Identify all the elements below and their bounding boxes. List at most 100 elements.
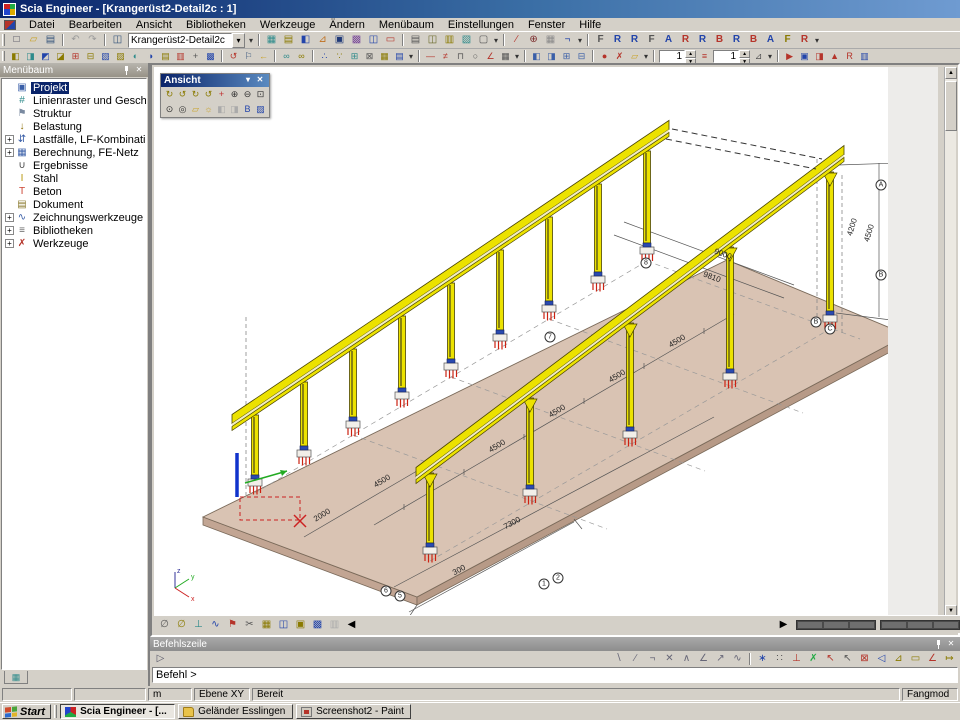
layer-view-icon[interactable]: ▣ — [292, 617, 309, 632]
view-flag-a1-icon[interactable]: A — [660, 33, 677, 48]
combobox-dropdown-icon[interactable]: ▾ — [232, 33, 245, 48]
clip-plane-icon[interactable]: ∅ — [156, 617, 173, 632]
beam-tool-4-icon[interactable]: ▲ — [827, 50, 842, 63]
previous-view-icon[interactable]: ◧ — [215, 103, 228, 116]
snap-intersection-icon[interactable]: ⊠ — [856, 652, 873, 667]
tree-item[interactable]: + I Stahl — [2, 172, 146, 185]
zoom-in-icon[interactable]: ⊕ — [228, 88, 241, 101]
tree-item-label[interactable]: Struktur — [31, 108, 74, 120]
workplane-xy-icon[interactable]: ◧ — [529, 50, 544, 63]
command-panel-header[interactable]: Befehlszeile ✕ — [150, 637, 960, 651]
menu-item[interactable]: Ansicht — [129, 18, 179, 32]
axonometry-icon[interactable]: ⊥ — [190, 617, 207, 632]
snap-raster-icon[interactable]: ∷ — [771, 652, 788, 667]
snap-slope-icon[interactable]: ∠ — [695, 652, 712, 667]
refresh-icon[interactable]: ↺ — [226, 50, 241, 63]
select-dimensions-icon[interactable]: ▨ — [113, 50, 128, 63]
beam-tool-2-icon[interactable]: ▣ — [797, 50, 812, 63]
circle-icon[interactable]: ○ — [468, 50, 483, 63]
pin-icon[interactable] — [935, 640, 942, 649]
snap-length-icon[interactable]: ↦ — [941, 652, 958, 667]
line-icon[interactable]: — — [423, 50, 438, 63]
clip-box-icon[interactable]: ∅ — [173, 617, 190, 632]
scale-input[interactable] — [713, 50, 739, 63]
plane-icon[interactable]: ▤ — [392, 50, 407, 63]
snap-perpendicular-icon[interactable]: ⊥ — [788, 652, 805, 667]
window-view-icon[interactable]: ◫ — [275, 617, 292, 632]
mesh-view-icon[interactable]: ▦ — [258, 617, 275, 632]
close-icon[interactable]: ✕ — [254, 75, 266, 86]
select-nodes-icon[interactable]: ◩ — [38, 50, 53, 63]
status-unit-cell[interactable]: m — [148, 688, 192, 701]
tree-item[interactable]: + ▤ Dokument — [2, 198, 146, 211]
tree-item-label[interactable]: Berechnung, FE-Netz — [31, 147, 141, 159]
start-button[interactable]: Start — [2, 704, 51, 719]
menu-item[interactable]: Einstellungen — [441, 18, 521, 32]
dropdown-caret-icon[interactable]: ▾ — [576, 36, 584, 45]
select-all-icon[interactable]: ◧ — [8, 50, 23, 63]
raster-icon[interactable]: ▦ — [377, 50, 392, 63]
tree-item-label[interactable]: Beton — [31, 186, 64, 198]
ansicht-toolbar-header[interactable]: Ansicht ▾ ✕ — [161, 74, 269, 87]
tree-item[interactable]: + T Beton — [2, 185, 146, 198]
next-view-icon[interactable]: ◨ — [228, 103, 241, 116]
menu-item[interactable]: Bearbeiten — [62, 18, 129, 32]
menu-item[interactable]: Datei — [22, 18, 62, 32]
command-input[interactable] — [153, 669, 957, 681]
redo-icon[interactable]: ↷ — [84, 33, 101, 48]
print-area-icon[interactable]: ▩ — [309, 617, 326, 632]
render-slider-2[interactable] — [880, 620, 960, 630]
status-workplane-cell[interactable]: Ebene XY — [194, 688, 250, 701]
close-icon[interactable]: ✕ — [133, 65, 145, 76]
expand-icon[interactable]: + — [5, 213, 14, 222]
taskbar-item-paint[interactable]: Screenshot2 - Paint — [296, 704, 411, 719]
menu-item[interactable]: Bibliotheken — [179, 18, 253, 32]
tree-item[interactable]: + ⚑ Struktur — [2, 107, 146, 120]
tree-item-label[interactable]: Belastung — [31, 121, 84, 133]
toolbar-grip[interactable] — [2, 34, 5, 46]
open-folder-icon[interactable]: ▱ — [25, 33, 42, 48]
pointer-mode-icon[interactable]: ▷ — [152, 652, 169, 667]
snap-endpoint-icon[interactable]: ↖ — [839, 652, 856, 667]
ansicht-toolbar[interactable]: Ansicht ▾ ✕ ↻↺↻↺+⊕⊖⊡ ⊙◎▱☼◧◨B▨ — [160, 73, 270, 118]
title-bar[interactable]: Scia Engineer - [Krangerüst2-Detail2c : … — [0, 0, 960, 18]
line-weight-icon[interactable]: ≡ — [697, 50, 712, 63]
table-icon[interactable]: ▦ — [542, 33, 559, 48]
hatch-icon[interactable]: ▩ — [348, 33, 365, 48]
zoom-selection-icon[interactable]: ◎ — [176, 103, 189, 116]
view-flag-f1-icon[interactable]: F — [592, 33, 609, 48]
view-flag-b1-icon[interactable]: B — [711, 33, 728, 48]
view-flag-a2-icon[interactable]: A — [762, 33, 779, 48]
tree-item-label[interactable]: Werkzeuge — [31, 238, 90, 250]
scale-spinner[interactable]: ▲▼ — [713, 50, 750, 63]
tree-item[interactable]: + ▦ Berechnung, FE-Netz — [2, 146, 146, 159]
user-action-icon[interactable]: ⚐ — [241, 50, 256, 63]
snap-off-icon[interactable]: ✕ — [661, 652, 678, 667]
scrollbar-thumb[interactable] — [945, 81, 957, 131]
animation-play-icon[interactable]: ▶ — [775, 617, 792, 632]
tree-item[interactable]: + ≡ Bibliotheken — [2, 224, 146, 237]
save-icon[interactable]: ▤ — [42, 33, 59, 48]
tree-item[interactable]: + ✗ Werkzeuge — [2, 237, 146, 250]
tree-item[interactable]: + ∪ Ergebnisse — [2, 159, 146, 172]
select-window-icon[interactable]: ▩ — [203, 50, 218, 63]
tree-item-label[interactable]: Zeichnungswerkzeuge — [31, 212, 145, 224]
beam-tool-1-icon[interactable]: ▶ — [782, 50, 797, 63]
delete-tool-icon[interactable]: ✗ — [612, 50, 627, 63]
snap-delete-icon[interactable]: ✗ — [805, 652, 822, 667]
print-preview-icon[interactable]: ◫ — [424, 33, 441, 48]
view-flag-r2-icon[interactable]: R — [626, 33, 643, 48]
ucs-icon[interactable]: ⊞ — [347, 50, 362, 63]
expand-icon[interactable]: + — [5, 148, 14, 157]
select-slabs-icon[interactable]: ⊞ — [68, 50, 83, 63]
tree-item-label[interactable]: Bibliotheken — [31, 225, 95, 237]
binoculars-icon[interactable]: ∞ — [279, 50, 294, 63]
menu-item[interactable]: Hilfe — [572, 18, 608, 32]
dot-grid-icon[interactable]: ∴ — [317, 50, 332, 63]
background-color-icon[interactable]: B — [241, 103, 254, 116]
menu-item[interactable]: Ändern — [322, 18, 371, 32]
frame-icon[interactable]: ▭ — [382, 33, 399, 48]
vertical-scrollbar[interactable]: ▲ ▼ — [944, 67, 956, 617]
zoom-all-icon[interactable]: ⊙ — [163, 103, 176, 116]
beam-tool-6-icon[interactable]: ▥ — [857, 50, 872, 63]
